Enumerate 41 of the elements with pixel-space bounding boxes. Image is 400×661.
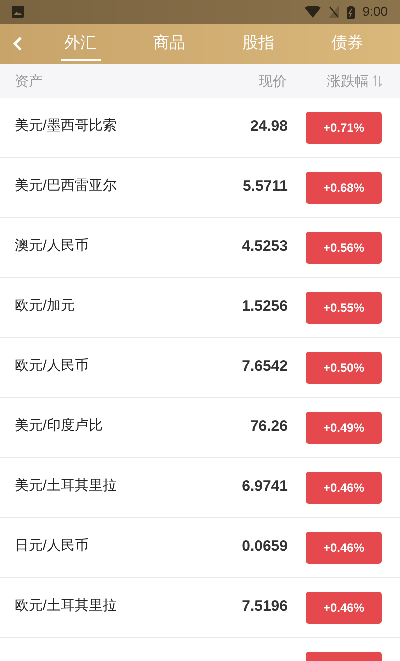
back-icon: [13, 37, 23, 51]
asset-name: 澳元/人民币: [15, 236, 90, 255]
no-signal-icon: [328, 6, 339, 18]
change-badge: +0.46%: [306, 472, 382, 504]
category-tab[interactable]: 商品: [150, 28, 190, 60]
change-badge: +0.55%: [306, 292, 382, 324]
sort-button[interactable]: 涨跌幅: [327, 70, 383, 92]
price-value: 1.5256: [242, 297, 288, 318]
price-value: 6.9741: [242, 477, 288, 498]
change-badge: +0.68%: [306, 172, 382, 204]
price-value: 24.98: [250, 117, 288, 138]
change-badge: +0.56%: [306, 232, 382, 264]
asset-name: 美元/巴西雷亚尔: [15, 176, 118, 195]
battery-icon: [346, 6, 355, 18]
asset-name: 美元/印度卢比: [15, 416, 104, 435]
price-value: 5.5711: [242, 177, 288, 198]
asset-name: 欧元/人民币: [15, 356, 90, 375]
wifi-icon: [304, 6, 321, 18]
change-badge: +0.46%: [306, 592, 382, 624]
asset-name: 日元/人民币: [15, 536, 90, 555]
price-value: 76.26: [250, 417, 288, 438]
price-value: 4.5253: [242, 237, 288, 258]
image-icon: [12, 6, 24, 18]
category-tab[interactable]: 外汇: [60, 28, 100, 60]
status-time: 9:00: [362, 3, 388, 22]
sort-icon: [373, 75, 383, 87]
asset-name: 美元/土耳其里拉: [15, 476, 118, 495]
asset-name: 美元/墨西哥比索: [15, 116, 118, 135]
column-title: 现价: [259, 72, 287, 90]
category-tab[interactable]: 股指: [238, 28, 278, 60]
price-value: 7.5196: [242, 597, 288, 618]
change-badge: +0.46%: [306, 532, 382, 564]
change-badge: +0.49%: [306, 412, 382, 444]
asset-name: 欧元/加元: [15, 296, 76, 315]
price-value: 0.0659: [242, 537, 288, 558]
column-title: 资产: [15, 72, 44, 90]
asset-name: 欧元/土耳其里拉: [15, 596, 118, 615]
change-badge: +0.50%: [306, 352, 382, 384]
price-value: 7.6542: [242, 357, 288, 378]
category-tab[interactable]: 债券: [328, 28, 368, 60]
change-badge: +0.71%: [306, 112, 382, 144]
